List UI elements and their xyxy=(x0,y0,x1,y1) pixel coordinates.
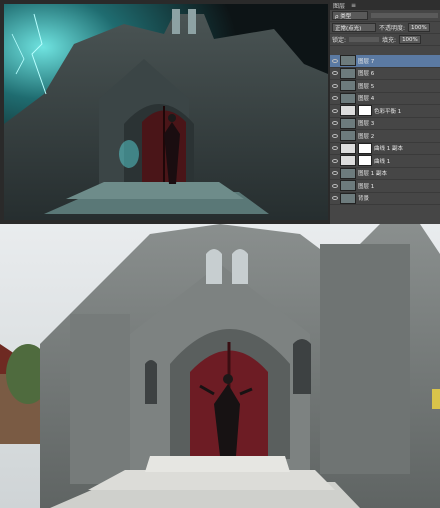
layer-thumbnail xyxy=(340,55,356,67)
layer-name: 图层 1 xyxy=(358,183,375,190)
layer-thumbnail xyxy=(340,130,356,142)
filter-icons[interactable] xyxy=(371,13,438,18)
panel-menu-icon[interactable]: ≡ xyxy=(351,2,356,9)
layer-thumbnail xyxy=(340,180,356,192)
visibility-eye-icon[interactable] xyxy=(332,146,338,151)
layer-thumbnail xyxy=(340,80,356,92)
layer-row[interactable]: 色彩平衡 1 xyxy=(330,105,440,118)
adjustment-thumbnail xyxy=(340,142,356,154)
layer-name: 曲线 1 xyxy=(374,158,391,165)
visibility-eye-icon[interactable] xyxy=(332,108,338,113)
lock-icons[interactable] xyxy=(349,37,380,42)
layer-row[interactable]: 图层 2 xyxy=(330,130,440,143)
panel-tabs: 图层 ≡ xyxy=(330,0,440,10)
layer-name: 图层 5 xyxy=(358,83,375,90)
layer-row[interactable]: 图层 3 xyxy=(330,117,440,130)
layer-row[interactable]: 曲线 1 xyxy=(330,155,440,168)
opacity-input[interactable]: 100% xyxy=(408,23,430,32)
kind-filter-select[interactable]: ρ 类型 xyxy=(332,11,368,20)
layer-row[interactable]: 图层 1 副本 xyxy=(330,167,440,180)
layer-name: 图层 2 xyxy=(358,133,375,140)
lock-row: 锁定: 填充: 100% xyxy=(330,34,440,46)
layer-name: 色彩平衡 1 xyxy=(374,108,402,115)
layer-row[interactable]: 图层 4 xyxy=(330,92,440,105)
layer-name: 图层 6 xyxy=(358,71,375,78)
layer-name: 曲线 1 副本 xyxy=(374,146,403,153)
layer-row[interactable]: 背景 xyxy=(330,192,440,205)
layer-mask-thumbnail xyxy=(358,155,372,167)
adjustment-thumbnail xyxy=(340,155,356,167)
visibility-eye-icon[interactable] xyxy=(332,121,338,126)
visibility-eye-icon[interactable] xyxy=(332,83,338,88)
photoshop-workspace: 图层 ≡ ρ 类型 正常(点光) 不透明度: 100% 锁定: 填充: 100%… xyxy=(0,0,440,224)
visibility-eye-icon[interactable] xyxy=(332,158,338,163)
layer-name: 图层 4 xyxy=(358,96,375,103)
layer-name: 背景 xyxy=(358,196,370,203)
layer-thumbnail xyxy=(340,117,356,129)
original-photo xyxy=(0,224,440,508)
filter-row: ρ 类型 xyxy=(330,10,440,22)
blend-mode-select[interactable]: 正常(点光) xyxy=(332,23,376,32)
layer-row[interactable]: 图层 1 xyxy=(330,180,440,193)
layers-panel: 图层 ≡ ρ 类型 正常(点光) 不透明度: 100% 锁定: 填充: 100%… xyxy=(330,0,440,224)
original-church-scene xyxy=(0,224,440,508)
visibility-eye-icon[interactable] xyxy=(332,133,338,138)
edited-church-scene xyxy=(4,4,328,220)
layer-thumbnail xyxy=(340,92,356,104)
fill-input[interactable]: 100% xyxy=(399,35,421,44)
visibility-eye-icon[interactable] xyxy=(332,71,338,76)
layer-name: 图层 7 xyxy=(358,58,375,65)
fill-label: 填充: xyxy=(382,37,397,44)
adjustment-thumbnail xyxy=(340,105,356,117)
layer-name: 图层 3 xyxy=(358,121,375,128)
visibility-eye-icon[interactable] xyxy=(332,58,338,63)
tab-layers[interactable]: 图层 xyxy=(333,1,345,10)
lock-label: 锁定: xyxy=(332,37,347,44)
layer-row[interactable]: 图层 7 xyxy=(330,55,440,68)
layer-mask-thumbnail xyxy=(358,142,372,154)
visibility-eye-icon[interactable] xyxy=(332,171,338,176)
visibility-eye-icon[interactable] xyxy=(332,196,338,201)
layer-name: 图层 1 副本 xyxy=(358,171,387,178)
layer-mask-thumbnail xyxy=(358,105,372,117)
visibility-eye-icon[interactable] xyxy=(332,96,338,101)
layer-thumbnail xyxy=(340,167,356,179)
blend-row: 正常(点光) 不透明度: 100% xyxy=(330,22,440,34)
edited-image-canvas[interactable] xyxy=(4,4,328,220)
layer-thumbnail xyxy=(340,192,356,204)
visibility-eye-icon[interactable] xyxy=(332,183,338,188)
layer-row[interactable]: 曲线 1 副本 xyxy=(330,142,440,155)
layer-list: 图层 7 图层 6 图层 5 图层 4 色彩平衡 1 图层 3 图层 2 曲线 1 副本 曲线 … xyxy=(330,55,440,205)
layer-row[interactable]: 图层 6 xyxy=(330,67,440,80)
layer-thumbnail xyxy=(340,67,356,79)
opacity-label: 不透明度: xyxy=(379,25,406,32)
layer-row[interactable]: 图层 5 xyxy=(330,80,440,93)
